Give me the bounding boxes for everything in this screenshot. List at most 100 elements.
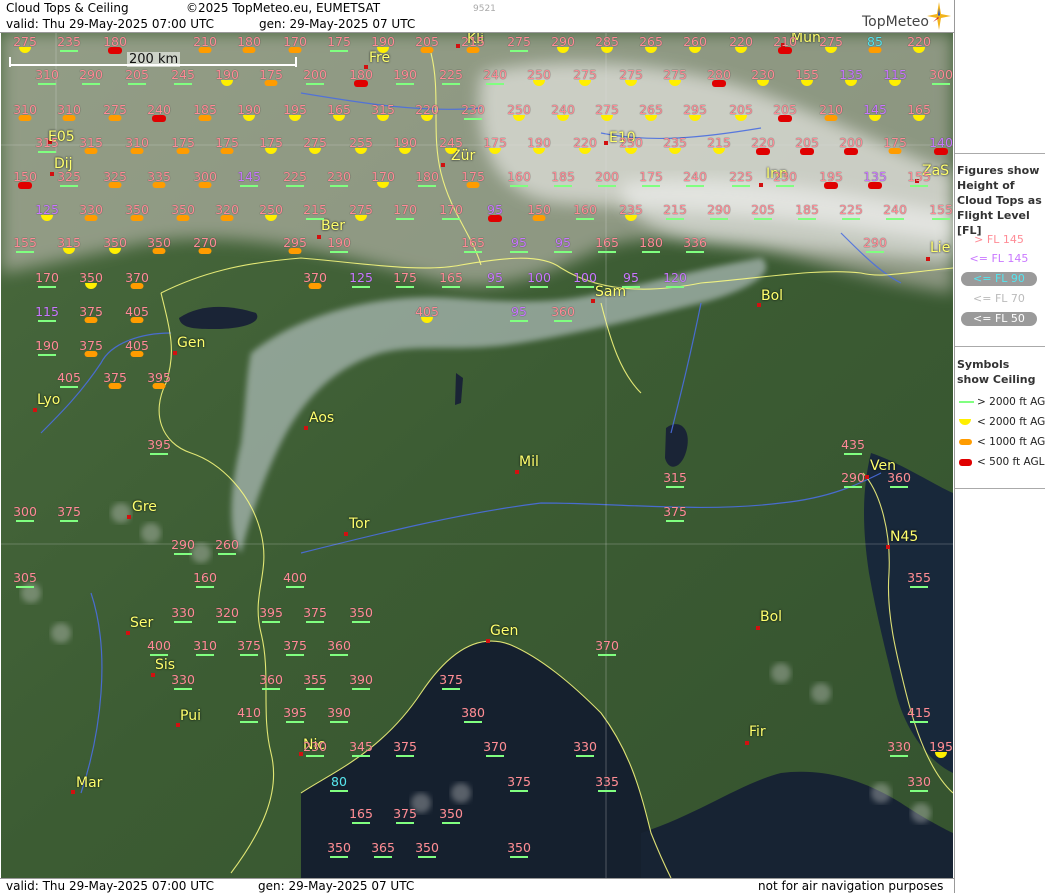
ceiling-symbol [84, 317, 98, 323]
ceiling-symbol [60, 386, 78, 388]
ceiling-symbol [890, 486, 908, 488]
cloud-top-figure: 330 [171, 672, 195, 687]
ceiling-symbol [218, 553, 236, 555]
ceiling-symbol [554, 251, 572, 253]
ceiling-symbol [510, 50, 528, 52]
ceiling-symbol [150, 453, 168, 455]
cloud-top-figure: 410 [237, 705, 261, 720]
ceiling-symbol [554, 185, 572, 187]
ceiling-symbol [130, 148, 144, 154]
cloud-top-figure: 100 [573, 270, 597, 285]
city-label: Lie [930, 240, 951, 256]
ceiling-symbol [510, 185, 528, 187]
cloud-top-figure: 170 [393, 202, 417, 217]
cloud-top-figure: 95 [623, 270, 639, 285]
ceiling-symbol [286, 185, 304, 187]
cloud-top-figure: 170 [35, 270, 59, 285]
cloud-top-figure: 190 [35, 338, 59, 353]
cloud-top-figure: 375 [507, 774, 531, 789]
ceiling-symbol [60, 185, 78, 187]
cloud-top-figure: 330 [573, 739, 597, 754]
cloud-top-figure: 185 [551, 169, 575, 184]
ceiling-symbol [686, 251, 704, 253]
ceiling-symbol [776, 185, 794, 187]
cloud-top-figure: 390 [327, 705, 351, 720]
cloud-top-figure: 160 [507, 169, 531, 184]
ceiling-symbol [306, 755, 324, 757]
city-label: Gen [177, 335, 206, 351]
city-marker [441, 163, 445, 167]
ceiling-symbol [130, 215, 144, 221]
ceiling-symbol [598, 251, 616, 253]
cloud-top-figure: 165 [439, 270, 463, 285]
ceiling-symbol [196, 586, 214, 588]
cloud-top-figure: 95 [555, 235, 571, 250]
cloud-top-figure: 180 [415, 169, 439, 184]
cloud-top-figure: 360 [259, 672, 283, 687]
cloud-top-figure: 275 [507, 34, 531, 49]
city-label: Tor [349, 516, 370, 532]
satellite-map[interactable]: Mun Kli Fre Zür E05 E10 Dij Inn ZaS Ber Lie Sam Bol G… [1, 33, 953, 878]
ceiling-symbol [242, 47, 256, 53]
ceiling-symbol [108, 383, 122, 389]
ceiling-symbol [642, 185, 660, 187]
ceiling-symbol [754, 218, 772, 220]
ceiling-symbol [18, 182, 32, 189]
ceiling-symbol [152, 182, 166, 188]
city-marker [304, 426, 308, 430]
cloud-top-figure: 145 [237, 169, 261, 184]
ceiling-symbol [510, 320, 528, 322]
ceiling-symbol [778, 115, 792, 122]
ceiling-symbol [240, 654, 258, 656]
cloud-top-figure: 170 [439, 202, 463, 217]
valid-time: valid: Thu 29-May-2025 07:00 UTC [6, 17, 215, 31]
cloud-top-figure: 185 [795, 202, 819, 217]
ceiling-symbol [174, 553, 192, 555]
cloud-top-figure: 190 [393, 67, 417, 82]
cloud-top-figure: 330 [171, 605, 195, 620]
cloud-top-figure: 175 [639, 169, 663, 184]
ceiling-symbol [842, 218, 860, 220]
cloud-top-figure: 375 [393, 739, 417, 754]
ceiling-symbol [442, 688, 460, 690]
ceiling-symbol [286, 654, 304, 656]
ceiling-symbol [576, 755, 594, 757]
scale-label: 200 km [127, 52, 181, 67]
ceiling-symbol [330, 185, 348, 187]
ceiling-symbol [198, 248, 212, 254]
cloud-top-figure: 240 [683, 169, 707, 184]
cloud-top-figure: 165 [595, 235, 619, 250]
ceiling-symbol [932, 218, 950, 220]
cloud-top-figure: 235 [57, 34, 81, 49]
ceiling-symbol [130, 317, 144, 323]
city-marker [759, 183, 763, 187]
cloud-top-figure: 95 [511, 304, 527, 319]
cloud-top-figure: 336 [683, 235, 707, 250]
cloud-top-figure: 350 [507, 840, 531, 855]
ceiling-symbol [844, 486, 862, 488]
cloud-top-figure: 375 [303, 605, 327, 620]
ceiling-symbol [910, 586, 928, 588]
cloud-top-figure: 350 [327, 840, 351, 855]
cloud-top-figure: 155 [13, 235, 37, 250]
ceiling-symbol [352, 621, 370, 623]
ceiling-symbol [910, 185, 928, 187]
ceiling-symbol [868, 182, 882, 189]
city-marker [151, 673, 155, 677]
cloud-top-figure: 380 [461, 705, 485, 720]
city-label: Sis [155, 657, 176, 673]
ceiling-symbol [868, 47, 882, 53]
ceiling-symbol [910, 790, 928, 792]
ceiling-symbol [554, 320, 572, 322]
cloud-top-figure: 375 [663, 504, 687, 519]
city-marker [604, 141, 608, 145]
cloud-top-figure: 325 [57, 169, 81, 184]
ceiling-symbol [352, 688, 370, 690]
cloud-top-figure: 200 [303, 67, 327, 82]
ceiling-symbol [466, 182, 480, 188]
ceiling-symbol [466, 47, 480, 53]
cloud-top-figure: 95 [487, 270, 503, 285]
ceiling-symbol [396, 755, 414, 757]
cloud-top-figure: 160 [573, 202, 597, 217]
ceiling-symbol [510, 856, 528, 858]
